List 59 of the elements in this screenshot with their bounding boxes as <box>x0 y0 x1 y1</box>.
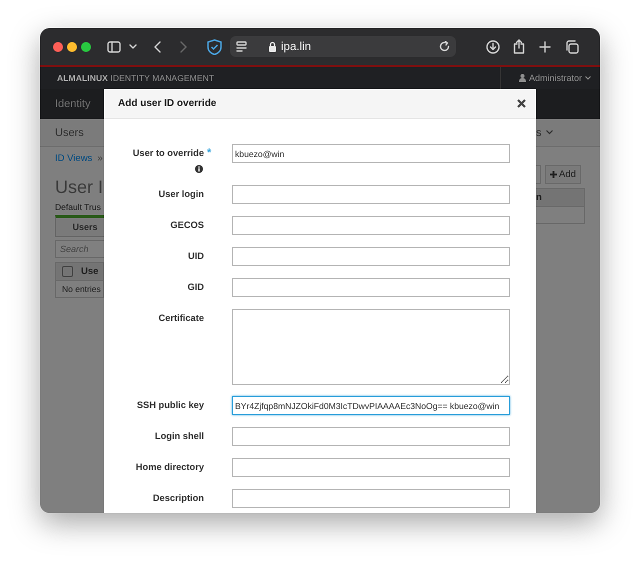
field-label: SSH public key <box>136 400 204 410</box>
caret-icon[interactable] <box>546 130 552 135</box>
field-label: Certificate <box>158 313 204 323</box>
subnav-tab[interactable]: s <box>536 126 542 138</box>
nav-tab[interactable]: Identity <box>55 98 90 110</box>
page-subtitle: Default Trus <box>55 202 102 212</box>
url-text: ipa.lin <box>281 40 312 52</box>
shield-check-icon[interactable] <box>207 38 222 54</box>
breadcrumb-separator: » <box>97 153 103 164</box>
column-header: Use <box>81 266 98 277</box>
field-label: User to override <box>132 148 204 158</box>
share-icon[interactable] <box>513 39 525 54</box>
select-all-checkbox[interactable] <box>62 266 73 277</box>
zoom-window-button[interactable] <box>81 42 91 52</box>
info-icon[interactable] <box>195 165 203 173</box>
text-field[interactable] <box>232 278 510 297</box>
page-title: User I <box>55 176 104 199</box>
text-field[interactable] <box>232 458 510 477</box>
required-asterisk: * <box>207 147 212 159</box>
close-window-button[interactable] <box>53 42 63 52</box>
field-label: GID <box>187 282 204 292</box>
field-label: GECOS <box>170 220 204 230</box>
users-tab[interactable]: Users <box>55 215 104 237</box>
text-field[interactable] <box>232 216 510 235</box>
field-label: Home directory <box>136 462 204 472</box>
plus-icon[interactable] <box>539 40 551 52</box>
certificate-field[interactable] <box>232 309 510 385</box>
subnav-tab[interactable]: Users <box>55 126 84 138</box>
add-button[interactable]: Add <box>545 165 581 184</box>
download-icon[interactable] <box>486 40 500 54</box>
text-field[interactable]: BYr4Zjfqp8mNJZOkiFd0M3IcTDwvPIAAAAEc3NoOg== kbuezo@win <box>232 396 510 415</box>
sidebar-icon[interactable] <box>107 40 121 52</box>
address-bar[interactable]: ipa.lin <box>230 36 456 57</box>
text-field[interactable] <box>232 185 510 204</box>
page-icon[interactable] <box>236 41 247 52</box>
text-field[interactable]: kbuezo@win <box>232 144 510 163</box>
text-field[interactable] <box>232 427 510 446</box>
minimize-window-button[interactable] <box>67 42 77 52</box>
text-field[interactable] <box>232 489 510 508</box>
tabs-icon[interactable] <box>565 40 579 54</box>
user-menu[interactable]: Administrator <box>528 73 582 83</box>
field-label: Login shell <box>154 431 204 441</box>
column-header: n <box>536 192 542 203</box>
plus-icon <box>550 171 557 178</box>
field-label: Description <box>152 493 204 503</box>
field-label: User login <box>158 189 204 199</box>
chevron-down-icon[interactable] <box>129 44 137 50</box>
breadcrumb-link[interactable]: ID Views <box>55 153 92 164</box>
search-field[interactable]: Search <box>55 240 104 258</box>
reload-icon[interactable] <box>439 41 450 52</box>
brand-title: ALMALINUX IDENTITY MANAGEMENT <box>57 73 214 83</box>
user-icon[interactable] <box>518 74 526 82</box>
lock-icon[interactable] <box>268 41 277 52</box>
dialog-title: Add user ID override <box>118 98 216 109</box>
field-label: UID <box>188 251 204 261</box>
caret-icon[interactable] <box>585 76 591 80</box>
close-icon[interactable] <box>517 99 526 108</box>
empty-message: No entries <box>62 284 101 294</box>
text-field[interactable] <box>232 247 510 266</box>
